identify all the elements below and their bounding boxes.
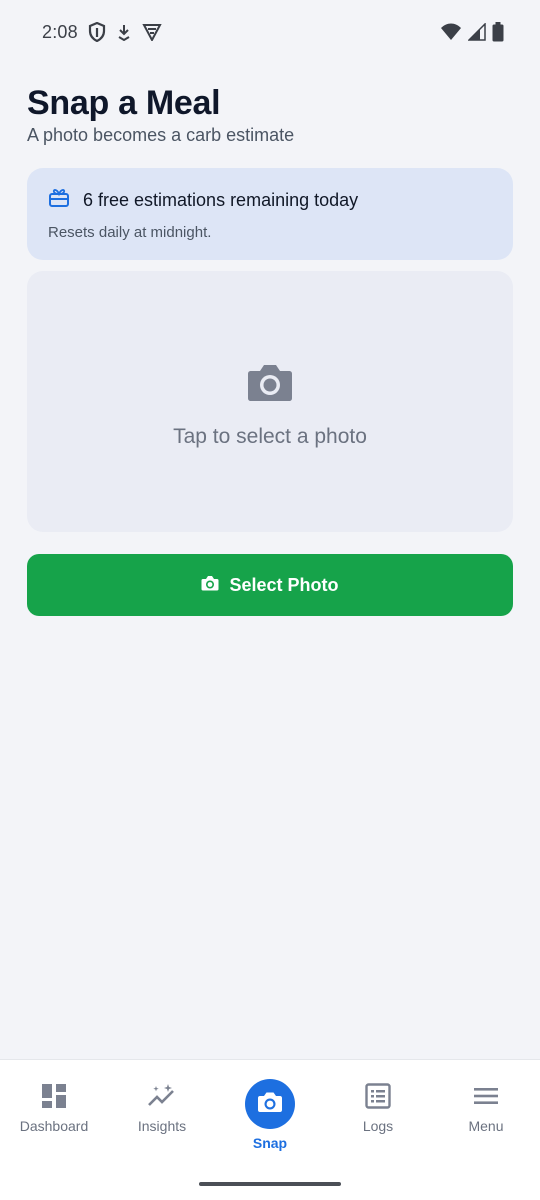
quota-banner: 6 free estimations remaining today Reset…: [27, 168, 513, 260]
status-right: [440, 22, 504, 42]
wifi-icon: [440, 23, 462, 41]
nav-label-dashboard: Dashboard: [19, 1118, 89, 1134]
nav-label-snap: Snap: [252, 1135, 288, 1151]
download-icon: [116, 23, 132, 41]
nav-label-menu: Menu: [468, 1118, 504, 1134]
quota-row: 6 free estimations remaining today: [48, 188, 493, 213]
nav-item-snap[interactable]: Snap: [216, 1060, 324, 1160]
home-indicator[interactable]: [199, 1182, 341, 1186]
camera-icon: [247, 362, 293, 407]
nav-item-dashboard[interactable]: Dashboard: [0, 1060, 108, 1160]
snap-button-circle: [245, 1079, 295, 1129]
signal-icon: [468, 23, 486, 41]
menu-icon: [473, 1082, 499, 1110]
status-time: 2:08: [42, 21, 78, 42]
nav-item-logs[interactable]: Logs: [324, 1060, 432, 1160]
quota-title: 6 free estimations remaining today: [83, 190, 359, 210]
bottom-nav: Dashboard Insights Snap Logs Menu: [0, 1059, 540, 1200]
status-bar: 2:08: [0, 0, 540, 64]
photo-hint: Tap to select a photo: [173, 425, 367, 448]
photo-picker-area[interactable]: Tap to select a photo: [27, 271, 513, 532]
nav-item-menu[interactable]: Menu: [432, 1060, 540, 1160]
page-title: Snap a Meal: [27, 84, 221, 122]
camera-icon: [257, 1091, 283, 1118]
gift-icon: [48, 188, 70, 213]
page-subtitle: A photo becomes a carb estimate: [27, 125, 295, 145]
nav-label-insights: Insights: [137, 1118, 187, 1134]
logs-icon: [365, 1082, 391, 1110]
quota-reset-note: Resets daily at midnight.: [48, 224, 212, 241]
select-photo-button[interactable]: Select Photo: [27, 554, 513, 616]
select-photo-label: Select Photo: [229, 574, 339, 595]
insights-icon: [147, 1082, 177, 1110]
nav-item-insights[interactable]: Insights: [108, 1060, 216, 1160]
camera-icon: [201, 575, 219, 596]
vpn-icon: [142, 23, 162, 41]
nav-label-logs: Logs: [362, 1118, 394, 1134]
dashboard-icon: [41, 1082, 67, 1110]
shield-icon: [88, 22, 106, 42]
battery-icon: [492, 22, 504, 42]
status-left: 2:08: [42, 22, 162, 43]
